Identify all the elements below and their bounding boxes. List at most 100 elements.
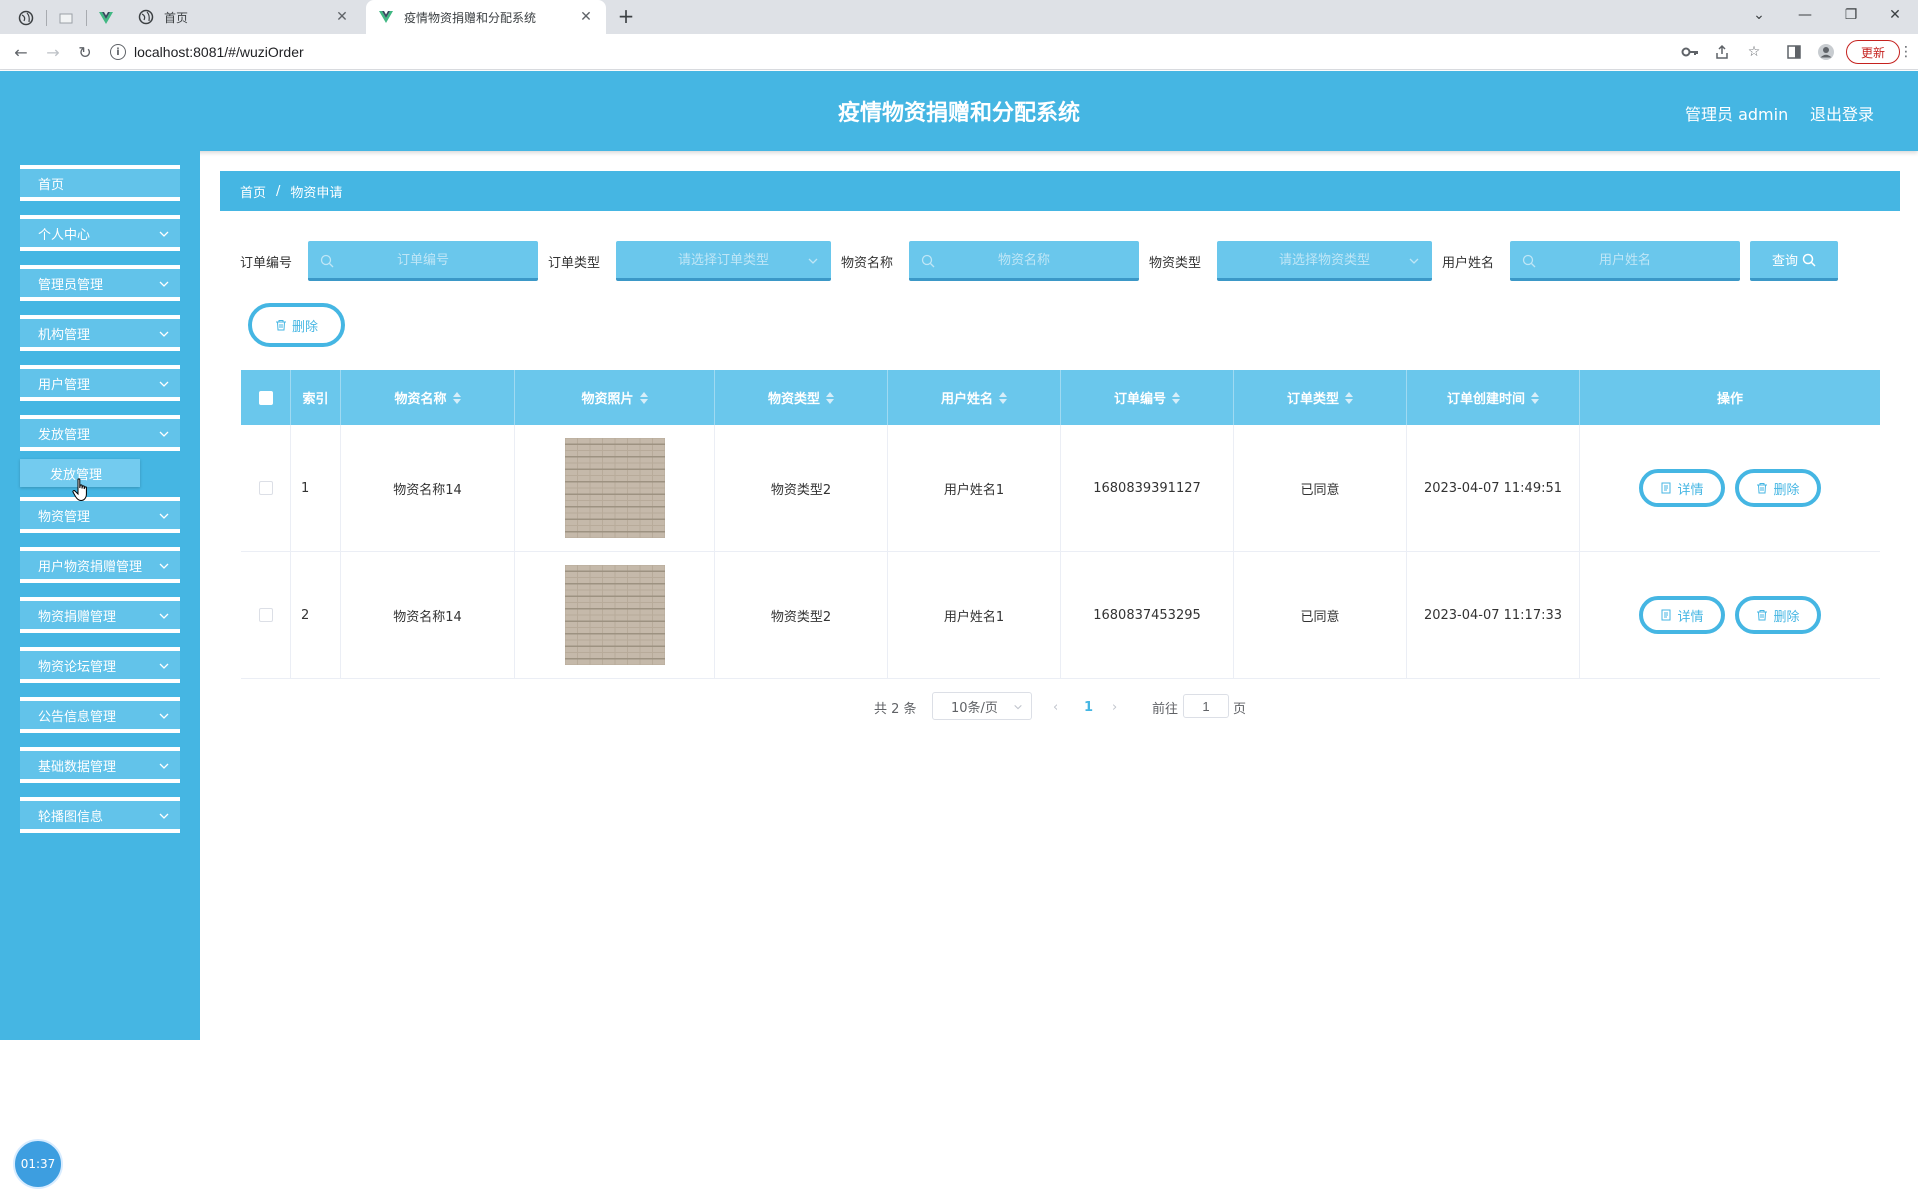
- tab-search-icon[interactable]: ⌄: [1736, 0, 1782, 30]
- query-label: 查询: [1771, 254, 1798, 269]
- goto-page-input[interactable]: [1183, 694, 1229, 718]
- sidebar-item-label: 管理员管理: [38, 277, 104, 293]
- browser-tab-bar: 首页 ✕ 疫情物资捐赠和分配系统 ✕ + ⌄ — ❐ ✕: [0, 0, 1918, 34]
- sidebar-item-basedata[interactable]: 基础数据管理: [20, 747, 180, 783]
- close-tab-icon[interactable]: ✕: [578, 9, 594, 25]
- order-no-input[interactable]: [308, 241, 538, 281]
- sort-icon[interactable]: [999, 391, 1007, 404]
- next-page-icon[interactable]: ›: [1112, 692, 1117, 722]
- sidebar-item-user-donations[interactable]: 用户物资捐赠管理: [20, 547, 180, 583]
- sidebar-item-label: 物资捐赠管理: [38, 609, 117, 625]
- back-icon[interactable]: ←: [8, 40, 34, 64]
- header-index: 索引: [291, 370, 341, 425]
- material-name-input[interactable]: [909, 241, 1139, 281]
- material-photo[interactable]: [564, 438, 665, 538]
- header-name[interactable]: 物资名称: [341, 370, 515, 425]
- sidebar-item-distribution[interactable]: 发放管理: [20, 415, 180, 451]
- update-button[interactable]: 更新: [1846, 40, 1900, 64]
- search-icon: [921, 254, 935, 268]
- sidebar-item-label: 机构管理: [38, 327, 91, 343]
- sidebar-item-materials[interactable]: 物资管理: [20, 497, 180, 533]
- share-icon[interactable]: [1712, 42, 1732, 62]
- forward-icon[interactable]: →: [40, 40, 66, 64]
- sort-icon[interactable]: [1345, 391, 1353, 404]
- sidebar-item-forum[interactable]: 物资论坛管理: [20, 647, 180, 683]
- row-checkbox[interactable]: [258, 608, 273, 622]
- info-icon[interactable]: i: [110, 44, 126, 60]
- address-bar[interactable]: i localhost:8081/#/wuziOrder: [110, 38, 1670, 66]
- delete-button[interactable]: 删除: [1735, 596, 1821, 634]
- sort-icon[interactable]: [452, 391, 461, 404]
- chevron-down-icon: [159, 331, 169, 337]
- profile-icon[interactable]: [1816, 42, 1836, 62]
- table-row: 2 物资名称14 物资类型2 用户姓名1 1680837453295 已同意 2…: [241, 552, 1880, 679]
- detail-button[interactable]: 详情: [1639, 469, 1725, 507]
- detail-button[interactable]: 详情: [1639, 596, 1725, 634]
- sort-icon[interactable]: [639, 391, 648, 404]
- trash-icon: [275, 320, 286, 331]
- app-header: 疫情物资捐赠和分配系统 管理员 admin 退出登录: [0, 71, 1918, 151]
- chevron-down-icon: [1014, 704, 1022, 710]
- sort-icon[interactable]: [826, 391, 834, 404]
- page-suffix: 页: [1233, 701, 1247, 717]
- sidebar-item-admins[interactable]: 管理员管理: [20, 265, 180, 301]
- header-order-type[interactable]: 订单类型: [1234, 370, 1407, 425]
- chevron-down-icon: [159, 513, 169, 519]
- header-type[interactable]: 物资类型: [715, 370, 888, 425]
- query-button[interactable]: 查询: [1750, 241, 1838, 281]
- header-user[interactable]: 用户姓名: [888, 370, 1061, 425]
- sidebar-item-home[interactable]: 首页: [20, 165, 180, 201]
- close-window-icon[interactable]: ✕: [1872, 0, 1918, 30]
- header-photo[interactable]: 物资照片: [515, 370, 715, 425]
- sidebar-item-orgs[interactable]: 机构管理: [20, 315, 180, 351]
- sidebar-item-label: 轮播图信息: [38, 809, 104, 825]
- order-type-select[interactable]: [616, 241, 831, 281]
- user-name-input[interactable]: [1510, 241, 1740, 281]
- select-all-checkbox[interactable]: [258, 390, 273, 405]
- header-created[interactable]: 订单创建时间: [1407, 370, 1580, 425]
- delete-button[interactable]: 删除: [1735, 469, 1821, 507]
- material-type-select[interactable]: [1217, 241, 1432, 281]
- pinned-tab-2[interactable]: [52, 6, 80, 30]
- breadcrumb-home[interactable]: 首页: [240, 182, 266, 201]
- close-tab-icon[interactable]: ✕: [334, 9, 350, 25]
- chevron-down-icon: [159, 281, 169, 287]
- header-ops-label: 操作: [1716, 392, 1743, 407]
- sidebar-item-carousel[interactable]: 轮播图信息: [20, 797, 180, 833]
- sidebar-item-profile[interactable]: 个人中心: [20, 215, 180, 251]
- menu-dots-icon[interactable]: ⋮: [1896, 42, 1916, 62]
- bulk-delete-button[interactable]: 删除: [248, 303, 345, 347]
- sidebar-item-donations[interactable]: 物资捐赠管理: [20, 597, 180, 633]
- material-photo[interactable]: [564, 565, 665, 665]
- search-icon: [320, 254, 334, 268]
- restore-icon[interactable]: ❐: [1828, 0, 1874, 30]
- page-number-current[interactable]: 1: [1084, 692, 1093, 722]
- minimize-icon[interactable]: —: [1782, 0, 1828, 30]
- sort-icon[interactable]: [1531, 391, 1539, 404]
- key-icon[interactable]: [1680, 42, 1700, 62]
- chevron-down-icon: [159, 763, 169, 769]
- sort-icon[interactable]: [1172, 391, 1180, 404]
- prev-page-icon[interactable]: ‹: [1053, 692, 1058, 722]
- new-tab-button[interactable]: +: [612, 4, 640, 30]
- side-panel-icon[interactable]: [1784, 42, 1804, 62]
- app-title: 疫情物资捐赠和分配系统: [837, 101, 1080, 126]
- page-size-select[interactable]: 10条/页: [932, 692, 1032, 720]
- bulk-delete-label: 删除: [291, 319, 318, 335]
- hand-cursor-icon: [72, 478, 87, 502]
- reload-icon[interactable]: ↻: [72, 40, 98, 64]
- row-checkbox[interactable]: [258, 481, 273, 495]
- logout-link[interactable]: 退出登录: [1810, 101, 1874, 125]
- tab-home[interactable]: 首页 ✕: [126, 0, 362, 34]
- pinned-tab-3[interactable]: [92, 6, 120, 30]
- sidebar-item-users[interactable]: 用户管理: [20, 365, 180, 401]
- chevron-down-icon: [159, 431, 169, 437]
- header-order-no[interactable]: 订单编号: [1061, 370, 1234, 425]
- user-name-label: 用户姓名: [1442, 256, 1495, 271]
- star-icon[interactable]: ☆: [1744, 42, 1764, 62]
- material-name-label: 物资名称: [841, 256, 894, 271]
- order-type-label: 订单类型: [548, 256, 601, 271]
- row-order-type: 已同意: [1234, 552, 1407, 678]
- pinned-tab-1[interactable]: [12, 6, 40, 30]
- tab-active[interactable]: 疫情物资捐赠和分配系统 ✕: [366, 0, 606, 34]
